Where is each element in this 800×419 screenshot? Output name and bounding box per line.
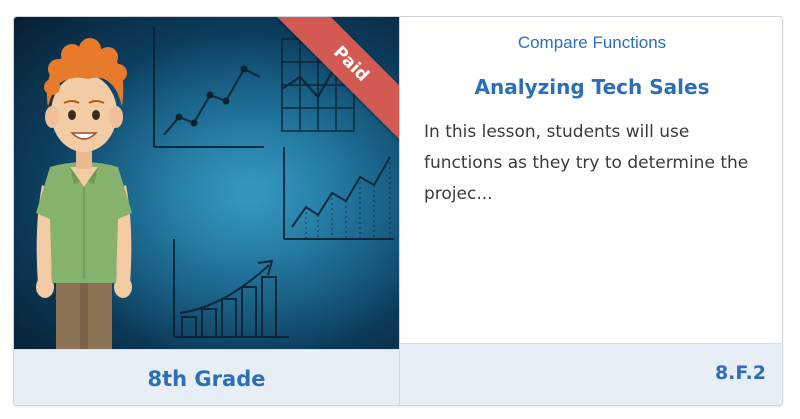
lesson-title[interactable]: Analyzing Tech Sales (424, 75, 760, 99)
standard-code: 8.F.2 (714, 362, 766, 384)
lesson-thumbnail[interactable]: Paid (14, 17, 400, 349)
grade-footer: 8th Grade (14, 349, 400, 405)
paid-badge: Paid (273, 17, 399, 142)
topic-link[interactable]: Compare Functions (424, 33, 760, 53)
paid-ribbon-wrap: Paid (269, 17, 399, 147)
lesson-description: In this lesson, students will use functi… (424, 122, 749, 204)
grade-label: 8th Grade (147, 366, 266, 391)
lesson-card[interactable]: Paid 8th Grade Compare Functions Analyzi… (13, 16, 783, 406)
standard-footer: 8.F.2 (400, 343, 782, 405)
lesson-content: Compare Functions Analyzing Tech Sales I… (400, 17, 782, 343)
